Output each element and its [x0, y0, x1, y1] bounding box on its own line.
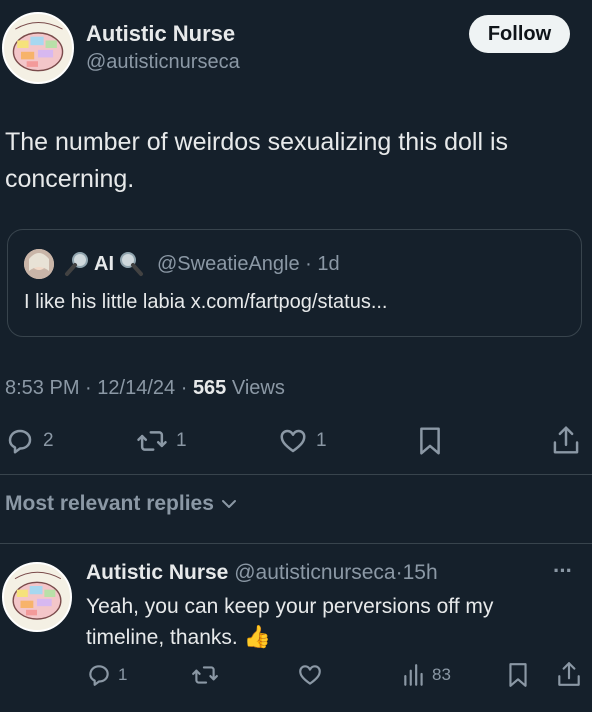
magnifier-icon [65, 252, 88, 276]
quote-dot: · [305, 253, 312, 275]
bookmark-icon [509, 663, 527, 687]
repost-icon [192, 666, 218, 684]
reply-views-count: 83 [432, 665, 451, 684]
reply-action[interactable]: 2 [5, 426, 54, 456]
quote-author-handle[interactable]: @SweatieAngle [157, 253, 300, 275]
quote-avatar[interactable] [24, 249, 54, 279]
reply-text: Yeah, you can keep your perversions off … [86, 595, 494, 649]
repost-action[interactable]: 1 [136, 426, 187, 456]
reply-like-action[interactable] [297, 662, 323, 693]
quoted-post-card[interactable] [7, 229, 582, 337]
brain-illustration [12, 571, 62, 620]
author-name[interactable]: Autistic Nurse [86, 21, 235, 47]
reply-reply-count: 1 [118, 665, 128, 684]
brain-illustration [12, 22, 64, 72]
post-date[interactable]: 12/14/24 [97, 377, 175, 399]
share-icon [558, 662, 580, 686]
like-action[interactable]: 1 [278, 426, 327, 456]
quote-text: I like his little labia x.com/fartpog/st… [24, 291, 388, 313]
reply-views-action[interactable]: 83 [402, 662, 451, 688]
like-count: 1 [316, 430, 327, 451]
views-icon [404, 664, 423, 686]
divider [0, 543, 592, 544]
like-icon [299, 665, 321, 685]
reply-author-name[interactable]: Autistic Nurse [86, 561, 228, 584]
quote-time[interactable]: 1d [317, 253, 339, 275]
thumbs-up-emoji: 👍 [243, 624, 271, 649]
bookmark-icon [420, 427, 440, 455]
author-avatar[interactable] [2, 12, 74, 84]
reply-reply-action[interactable]: 1 [86, 662, 127, 688]
repost-count: 1 [176, 430, 187, 451]
meta-separator: · [85, 377, 92, 399]
share-icon [553, 426, 579, 454]
reply-time[interactable]: 15h [403, 561, 438, 584]
bookmark-action[interactable] [416, 425, 444, 462]
reply-share-action[interactable] [556, 660, 582, 693]
reply-author-avatar[interactable] [2, 562, 72, 632]
repost-icon [137, 431, 167, 451]
post-text: The number of weirdos sexualizing this d… [5, 128, 509, 193]
author-handle[interactable]: @autisticnurseca [86, 51, 240, 74]
quote-meta: @SweatieAngle · 1d [157, 253, 340, 276]
quote-avatar-image [24, 249, 54, 279]
reply-header: Autistic Nurse @autisticnurseca·15h [86, 561, 438, 585]
quote-author-name[interactable]: AI [94, 253, 114, 276]
post-meta: 8:53 PM · 12/14/24 · 565 Views [5, 377, 285, 400]
meta-separator: · [180, 377, 188, 399]
replies-sort-label: Most relevant replies [5, 492, 214, 515]
chevron-down-icon [221, 500, 236, 508]
quote-name-group: AI [62, 249, 146, 279]
reply-text-block: Yeah, you can keep your perversions off … [86, 592, 556, 653]
reply-bookmark-action[interactable] [506, 661, 530, 694]
views-label: Views [231, 377, 285, 399]
reply-icon [89, 665, 109, 686]
divider [0, 474, 592, 475]
more-options-button[interactable]: ··· [553, 558, 573, 584]
reply-count: 2 [43, 430, 54, 451]
post-time[interactable]: 8:53 PM [5, 377, 79, 399]
reply-icon [8, 429, 32, 454]
share-action[interactable] [551, 424, 581, 461]
reply-dot: · [395, 561, 403, 584]
reply-repost-action[interactable] [191, 662, 219, 693]
magnifier-icon [120, 252, 143, 276]
like-icon [280, 429, 306, 453]
views-count: 565 [192, 377, 227, 399]
follow-button[interactable]: Follow [469, 15, 570, 53]
reply-author-handle[interactable]: @autisticnurseca [234, 561, 395, 584]
replies-sort-button[interactable]: Most relevant replies [5, 492, 238, 516]
